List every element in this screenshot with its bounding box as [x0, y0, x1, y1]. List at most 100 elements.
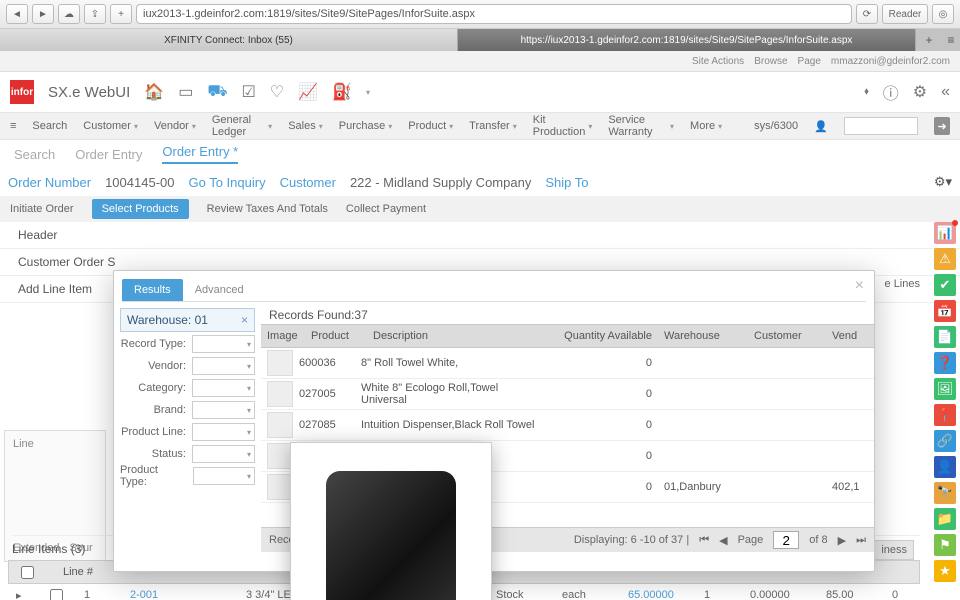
col-customer[interactable]: Customer — [748, 330, 826, 342]
site-actions[interactable]: Site Actions — [692, 56, 744, 67]
menu-product[interactable]: Product▾ — [408, 120, 453, 132]
prev-page-icon[interactable]: ◀ — [719, 534, 727, 547]
hamburger-icon[interactable]: ≡ — [10, 120, 16, 132]
crumb-orderentry-active[interactable]: Order Entry * — [162, 144, 238, 164]
truck-icon[interactable]: ▭ — [178, 82, 193, 102]
menu-purchase[interactable]: Purchase▾ — [339, 120, 393, 132]
side-shortcut-icon[interactable]: ⚑ — [934, 534, 956, 556]
step-review[interactable]: Review Taxes And Totals — [207, 203, 328, 215]
menu-kit[interactable]: Kit Production▾ — [533, 114, 593, 138]
col-warehouse[interactable]: Warehouse — [658, 330, 748, 342]
side-shortcut-icon[interactable]: ❓ — [934, 352, 956, 374]
collapse-icon[interactable]: « — [941, 83, 950, 101]
next-page-icon[interactable]: ▶ — [838, 534, 846, 547]
menu-more[interactable]: More▾ — [690, 120, 722, 132]
side-shortcut-icon[interactable]: 🔗 — [934, 430, 956, 452]
main-menu: ≡ Search Customer▾ Vendor▾ General Ledge… — [0, 112, 960, 140]
gear-icon[interactable]: ⚙ — [913, 82, 927, 102]
warehouse-field[interactable]: Warehouse: 01× — [120, 308, 255, 332]
customer-link[interactable]: Customer — [280, 175, 336, 190]
side-shortcut-icon[interactable]: 📄 — [934, 326, 956, 348]
step-collect[interactable]: Collect Payment — [346, 203, 426, 215]
filter-select[interactable]: ▾ — [192, 423, 255, 441]
goto-inquiry-link[interactable]: Go To Inquiry — [188, 175, 265, 190]
side-shortcut-icon[interactable]: ★ — [934, 560, 956, 582]
filter-select[interactable]: ▾ — [192, 379, 255, 397]
side-shortcut-icon[interactable]: 🖼 — [934, 378, 956, 400]
settings-icon[interactable]: ⚙▾ — [934, 174, 952, 190]
tab-results[interactable]: Results — [122, 279, 183, 301]
menu-warranty[interactable]: Service Warranty▾ — [608, 114, 674, 138]
step-initiate[interactable]: Initiate Order — [10, 203, 74, 215]
select-all-checkbox[interactable] — [21, 566, 34, 579]
address-bar[interactable]: iux2013-1.gdeinfor2.com:1819/sites/Site9… — [136, 4, 852, 24]
col-vendor[interactable]: Vend — [826, 330, 874, 342]
filter-select[interactable]: ▾ — [192, 445, 255, 463]
step-select-products[interactable]: Select Products — [92, 199, 189, 219]
topbar-overflow-icon[interactable]: ▾ — [366, 88, 370, 97]
side-shortcut-icon[interactable]: 👤 — [934, 456, 956, 478]
share-app-icon[interactable]: ⬪ — [864, 83, 869, 101]
browser-tab[interactable]: https://iux2013-1.gdeinfor2.com:1819/sit… — [458, 29, 916, 51]
side-shortcut-icon[interactable]: ⚠ — [934, 248, 956, 270]
menu-transfer[interactable]: Transfer▾ — [469, 120, 517, 132]
crumb-search[interactable]: Search — [14, 147, 55, 162]
filter-select[interactable]: ▾ — [192, 401, 255, 419]
pallet-icon[interactable]: ⛽ — [332, 82, 352, 102]
side-shortcut-icon[interactable]: 📁 — [934, 508, 956, 530]
crumb-orderentry[interactable]: Order Entry — [75, 147, 142, 162]
result-row[interactable]: 027005White 8" Ecologo Roll,Towel Univer… — [261, 379, 874, 410]
side-shortcut-icon[interactable]: 📍 — [934, 404, 956, 426]
menu-search[interactable]: Search — [32, 120, 67, 132]
close-icon[interactable]: × — [855, 277, 864, 295]
go-button[interactable]: ➜ — [934, 117, 950, 135]
add-icon[interactable]: + — [110, 4, 132, 24]
col-image[interactable]: Image — [261, 330, 305, 342]
page-input[interactable] — [773, 531, 799, 549]
page-link[interactable]: Page — [798, 56, 821, 67]
back-icon[interactable]: ◄ — [6, 4, 28, 24]
side-shortcut-icon[interactable]: 📊 — [934, 222, 956, 244]
col-description[interactable]: Description — [367, 330, 548, 342]
shipto-link[interactable]: Ship To — [545, 175, 588, 190]
heart-icon[interactable]: ♡ — [270, 82, 284, 102]
menu-gl[interactable]: General Ledger▾ — [212, 114, 272, 138]
search-input[interactable] — [844, 117, 918, 135]
menu-vendor[interactable]: Vendor▾ — [154, 120, 196, 132]
check-icon[interactable]: ☑ — [241, 82, 255, 102]
side-shortcut-icon[interactable]: 📅 — [934, 300, 956, 322]
new-tab-button[interactable]: + — [916, 29, 942, 51]
tab-advanced[interactable]: Advanced — [183, 279, 256, 301]
cloud-icon[interactable]: ☁ — [58, 4, 80, 24]
reload-icon[interactable]: ⟳ — [856, 4, 878, 24]
menu-sales[interactable]: Sales▾ — [288, 120, 323, 132]
side-shortcut-icon[interactable]: ✔ — [934, 274, 956, 296]
panel-header[interactable]: Header — [0, 222, 960, 249]
clear-icon[interactable]: × — [241, 313, 248, 327]
rss-icon[interactable]: ◎ — [932, 4, 954, 24]
share-icon[interactable]: ⇪ — [84, 4, 106, 24]
first-page-icon[interactable]: ⏮ — [699, 534, 709, 547]
tab-overflow-icon[interactable]: ≡ — [942, 29, 960, 51]
user-icon[interactable]: 👤 — [814, 120, 828, 133]
browse-link[interactable]: Browse — [754, 56, 787, 67]
infor-logo[interactable]: infor — [10, 80, 34, 104]
browser-tab[interactable]: XFINITY Connect: Inbox (55) — [0, 29, 458, 51]
col-product[interactable]: Product — [305, 330, 367, 342]
result-row[interactable]: 6000368" Roll Towel White,0 — [261, 348, 874, 379]
side-shortcut-icon[interactable]: 🔭 — [934, 482, 956, 504]
menu-customer[interactable]: Customer▾ — [83, 120, 138, 132]
reader-button[interactable]: Reader — [882, 4, 928, 24]
row-checkbox[interactable] — [50, 589, 63, 600]
last-page-icon[interactable]: ⏭ — [856, 534, 866, 547]
filter-select[interactable]: ▾ — [193, 467, 255, 485]
fwd-icon[interactable]: ► — [32, 4, 54, 24]
home-icon[interactable]: 🏠 — [144, 82, 164, 102]
info-icon[interactable]: ⓘ — [883, 80, 899, 104]
filter-select[interactable]: ▾ — [192, 335, 255, 353]
forklift-icon[interactable]: ⛟ — [207, 82, 227, 102]
filter-select[interactable]: ▾ — [192, 357, 255, 375]
col-qty[interactable]: Quantity Available — [548, 330, 658, 342]
result-row[interactable]: 027085Intuition Dispenser,Black Roll Tow… — [261, 410, 874, 441]
chart-icon[interactable]: 📈 — [298, 82, 318, 102]
